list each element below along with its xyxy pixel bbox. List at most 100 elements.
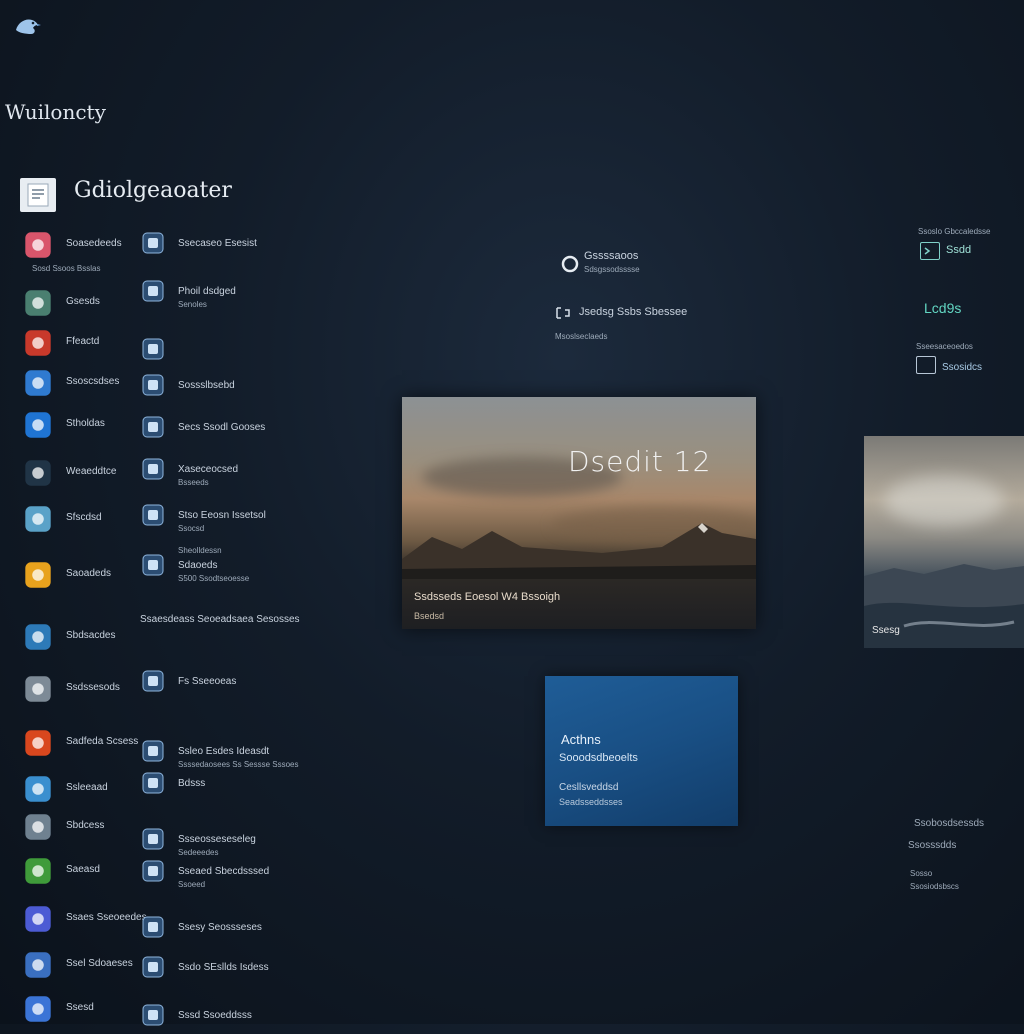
mid-app-row[interactable]: Ssdo SEsllds Isdess [140,954,380,986]
left-app-row[interactable]: Ssdssesods [22,674,132,706]
left-app-row[interactable]: Soasedeeds Sosd Ssoos Bsslas [22,230,132,273]
camera-icon [140,278,166,304]
blue-tile-line-2: Sooodsdbeoelts [559,752,638,764]
mid-app-row[interactable]: Sssd Ssoeddsss [140,1002,380,1034]
mid-app-label: Bdsss [178,778,206,789]
mid-app-row[interactable]: Fs Sseeoeas [140,668,380,700]
side-image-caption: Ssesg [872,625,900,636]
blue-tile[interactable]: Acthns Sooodsdbeoelts Cesllsveddsd Seads… [545,676,738,826]
terminal-icon [920,242,940,260]
left-app-label: Ssdssesods [66,682,120,693]
mid-app-row[interactable]: Ssaesdeass Seoeadsaea Sesosses [140,606,380,638]
blue-tile-line-3: Cesllsveddsd [559,782,619,793]
right-item-1[interactable]: Ssdd [920,240,1020,264]
mail-icon [140,372,166,398]
box-icon [140,502,166,528]
left-app-row[interactable]: Ssaes Sseoeedes [22,904,147,936]
mid-app-row[interactable]: Sseaed Sbecdsssed Ssoeed [140,858,380,890]
center-item-1-sub: Sdsgssodsssse [584,265,640,274]
mid-app-row[interactable]: Secs Ssodl Gooses [140,414,380,446]
mid-app-label: Ssdo SEsllds Isdess [178,962,269,973]
link-icon [140,1002,166,1028]
left-app-row[interactable]: Gsesds [22,288,132,320]
mid-app-row[interactable]: Xaseceocsed Bsseeds [140,456,380,488]
center-item-1[interactable]: Gssssaoos Sdsgssodsssse [560,248,730,278]
people-icon [140,738,166,764]
game-app-icon [22,328,54,358]
mid-app-label: Stso Eeosn Issetsol [178,510,266,521]
mid-app-row[interactable]: Stso Eeosn Issetsol Ssocsd [140,502,380,534]
hero-caption-sub: Bsedsd [414,611,445,621]
left-app-label: Ffeactd [66,336,100,347]
mid-app-row[interactable]: Ssesy Seossseses [140,914,380,946]
hero-title: Dsedit 12 [568,445,712,478]
ring-icon [560,254,580,274]
left-app-label: Sfscdsd [66,512,102,523]
folder-icon [140,668,166,694]
bird-logo-icon[interactable] [12,12,42,38]
hero-image-card[interactable]: Dsedit 12 Ssdsseds Eoesol W4 Bssoigh Bse… [402,397,756,629]
office-app-icon [22,728,54,758]
left-app-row[interactable]: Sadfeda Scsess [22,728,138,760]
photos-icon [140,230,166,256]
left-app-row[interactable]: Ssesd [22,994,132,1026]
mid-app-label: Phoil dsdged [178,286,236,297]
left-app-label: Gsesds [66,296,100,307]
side-image-card[interactable]: Ssesg [864,436,1024,648]
mid-app-sub: Ssocsd [178,524,205,533]
center-item-2[interactable]: Jsedsg Ssbs Sbessee Msoslseclaeds [555,304,775,344]
right-item-3[interactable]: Ssosidcs [916,354,1016,376]
app-title: Wuiloncty [5,100,106,124]
left-app-label: Ssel Sdoaeses [66,958,133,969]
mid-app-row[interactable]: Ssecaseo Esesist [140,230,380,262]
left-app-label: Sbdsacdes [66,630,116,641]
right-item-3-header: Sseesaceoedos [916,342,973,351]
left-app-row[interactable]: Saoadeds [22,560,132,592]
mid-app-row[interactable]: Phoil dsdged Senoles [140,278,380,310]
home-icon [140,826,166,852]
left-app-row[interactable]: Ffeactd [22,328,132,360]
mid-app-sub: Ssoeed [178,880,206,889]
cloud-app-icon [22,774,54,804]
mid-app-row[interactable]: Sdaoeds S500 Ssodtseoesse Sheolldessn [140,546,380,584]
left-app-row[interactable]: Saeasd [22,856,132,888]
mid-app-row[interactable]: Ssseosseseseleg Sedeeedes [140,826,380,858]
left-app-row[interactable]: Sbdcess [22,812,132,844]
shield-app-icon [22,622,54,652]
left-app-row[interactable]: Sfscdsd [22,504,132,536]
mid-app-row[interactable] [140,336,380,368]
mid-app-row[interactable]: Ssleo Esdes Ideasdt Ssssedaosees Ss Sesss… [140,738,380,770]
mid-app-row[interactable]: Bdsss [140,770,380,802]
left-app-label: Stholdas [66,418,105,429]
right-item-2[interactable]: Lcd9s [924,300,961,316]
left-app-row[interactable]: Ssoscsdses [22,368,132,400]
hero-caption: Ssdsseds Eoesol W4 Bssoigh [414,591,561,603]
left-app-row[interactable]: Stholdas [22,410,132,442]
folder-app-icon [22,288,54,318]
settings-app-icon [22,812,54,842]
left-app-row[interactable]: Sbdsacdes [22,622,132,654]
circle-app-icon [22,994,54,1024]
bracket-icon [555,306,571,320]
left-app-row[interactable]: Ssleeaad [22,774,132,806]
user-app-icon [22,368,54,398]
bottom-right-line-4: Ssosiodsbscs [910,882,959,891]
section-title: Gdiolgeaoater [74,178,232,203]
left-app-row[interactable]: Weaeddtce [22,458,132,490]
bottom-right-line-2: Ssosssdds [908,840,957,851]
left-app-row[interactable]: Ssel Sdoaeses [22,950,133,982]
mid-app-label: Sdaoeds [178,560,218,571]
mid-app-row[interactable]: Sossslbsebd [140,372,380,404]
bottom-right-line-1: Ssobosdsessds [914,818,985,829]
left-app-label: Soasedeeds [66,238,122,249]
pen-icon [140,914,166,940]
right-item-3-label: Ssosidcs [942,362,983,373]
mid-app-sub: S500 Ssodtseoesse [178,574,250,583]
window-icon [140,456,166,482]
pencil-icon [140,954,166,980]
mid-app-label: Xaseceocsed [178,464,239,475]
mid-app-sub: Senoles [178,300,207,309]
left-app-label: Saeasd [66,864,100,875]
document-app-icon [22,504,54,534]
mid-app-label: Ssecaseo Esesist [178,238,257,249]
